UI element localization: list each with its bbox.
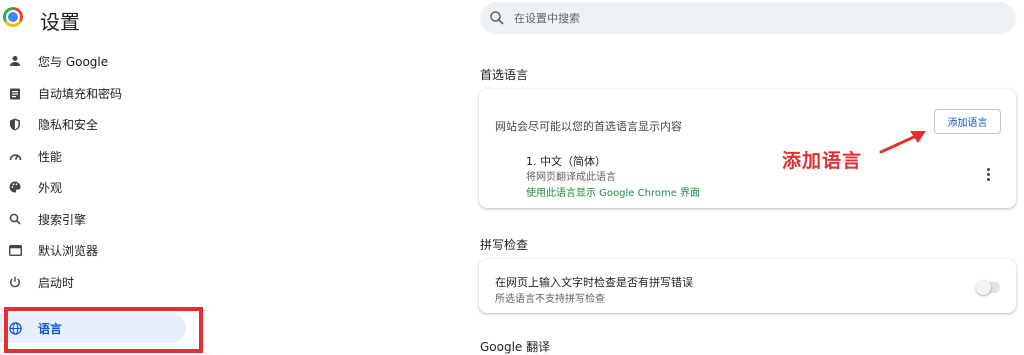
palette-icon [8, 180, 22, 194]
annotation-label: 添加语言 [782, 150, 863, 172]
sidebar-item-label: 外观 [38, 180, 63, 195]
sidebar-item-label: 性能 [38, 149, 63, 164]
sidebar-item-label: 搜索引擎 [38, 212, 87, 227]
add-language-button[interactable]: 添加语言 [934, 109, 1001, 134]
power-icon [8, 275, 22, 289]
speedometer-icon [8, 149, 22, 163]
spellcheck-sublabel: 所选语言不支持拼写检查 [495, 294, 605, 305]
search-icon [489, 10, 505, 26]
sidebar-item-autofill[interactable]: 自动填充和密码 [0, 79, 186, 107]
spellcheck-toggle[interactable] [976, 280, 1000, 295]
browser-icon [8, 243, 22, 257]
search-icon [8, 212, 22, 226]
sidebar-item-label: 默认浏览器 [38, 243, 99, 258]
search-bar[interactable]: 在设置中搜索 [480, 2, 1016, 34]
highlight-box-annotation [4, 307, 203, 353]
sidebar-item-you-and-google[interactable]: 您与 Google [0, 47, 186, 75]
section-title-preferred-languages: 首选语言 [480, 68, 529, 82]
spellcheck-label: 在网页上输入文字时检查是否有拼写错误 [495, 276, 693, 289]
language-item-name: 1. 中文（简体） [526, 155, 606, 168]
sidebar-item-appearance[interactable]: 外观 [0, 173, 186, 201]
more-options-icon[interactable] [982, 164, 994, 184]
page-title: 设置 [40, 10, 80, 34]
sidebar-item-search-engine[interactable]: 搜索引擎 [0, 205, 186, 233]
sidebar-item-label: 启动时 [38, 275, 75, 290]
sidebar-item-privacy[interactable]: 隐私和安全 [0, 110, 186, 138]
sidebar-item-label: 您与 Google [38, 54, 109, 69]
languages-description: 网站会尽可能以您的首选语言显示内容 [495, 120, 682, 133]
language-item-ui-note: 使用此语言显示 Google Chrome 界面 [526, 188, 701, 199]
sidebar-item-performance[interactable]: 性能 [0, 142, 186, 170]
sidebar-item-label: 隐私和安全 [38, 117, 99, 132]
sidebar-item-label: 自动填充和密码 [38, 86, 123, 101]
toggle-knob [976, 280, 991, 295]
language-item-translate-note: 将网页翻译成此语言 [526, 172, 616, 183]
search-input[interactable]: 在设置中搜索 [514, 10, 580, 26]
section-title-spellcheck: 拼写检查 [480, 238, 529, 252]
sidebar: 设置 您与 Google 自动填充和密码 隐私和安全 性能 外观 搜索引擎 默认… [0, 0, 212, 353]
annotation-arrow-icon [879, 131, 926, 154]
shield-icon [8, 117, 22, 131]
chrome-logo-icon [3, 7, 23, 27]
sidebar-item-on-startup[interactable]: 启动时 [0, 268, 186, 296]
clipboard-icon [8, 86, 22, 100]
sidebar-item-default-browser[interactable]: 默认浏览器 [0, 236, 186, 264]
person-icon [8, 54, 22, 68]
